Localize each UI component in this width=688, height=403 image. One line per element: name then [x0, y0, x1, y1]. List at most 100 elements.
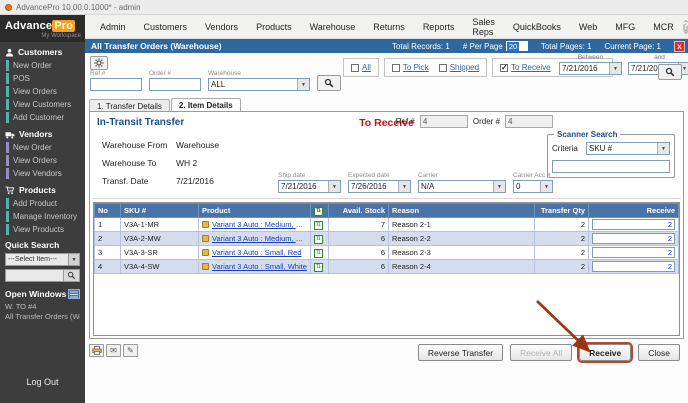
close-button[interactable]: Close: [638, 344, 680, 361]
chevron-down-icon[interactable]: ▼: [297, 79, 309, 90]
filter-search-button[interactable]: [317, 75, 341, 91]
order-input[interactable]: [149, 78, 201, 91]
table-header-row: No SKU # Product ⇅ Avail. Stock Reason T…: [95, 204, 679, 218]
sidebar-item-view-customers[interactable]: View Customers: [6, 99, 85, 110]
checkbox-box[interactable]: [500, 64, 508, 72]
per-page-input[interactable]: 20: [506, 41, 528, 51]
product-link[interactable]: Variant 3 Auto : Medium, White: [212, 234, 307, 243]
menu-admin[interactable]: Admin: [91, 22, 135, 32]
sidebar-item-view-vendors[interactable]: View Vendors: [6, 168, 85, 179]
checkbox-box[interactable]: [351, 64, 359, 72]
carrier-select[interactable]: N/A ▼: [418, 180, 506, 193]
settings-button[interactable]: [90, 56, 108, 70]
bin-grid-icon[interactable]: ⇅: [314, 221, 323, 230]
menu-vendors[interactable]: Vendors: [196, 22, 247, 32]
sidebar-item-customers-view-orders[interactable]: View Orders: [6, 86, 85, 97]
cell-no: 4: [95, 260, 121, 274]
receive-qty-input[interactable]: 2: [592, 219, 675, 230]
criteria-select[interactable]: SKU # ▼: [586, 142, 670, 155]
search-icon: [665, 67, 675, 77]
menu-sales-reps[interactable]: Sales Reps: [463, 17, 504, 37]
sidebar-section-customers: Customers: [0, 42, 85, 59]
bin-grid-icon[interactable]: ⇅: [314, 263, 323, 272]
date-search-button[interactable]: [658, 64, 682, 80]
product-link[interactable]: Variant 3 Auto : Small, White: [212, 262, 307, 271]
chevron-down-icon[interactable]: ▼: [657, 143, 669, 154]
cell-receive: 2: [589, 232, 679, 246]
product-link[interactable]: Variant 3 Auto : Small, Red: [212, 248, 302, 257]
ship-date-select[interactable]: 7/21/2016 ▼: [278, 180, 341, 193]
menu-bar: Admin Customers Vendors Products Warehou…: [85, 15, 688, 39]
reverse-transfer-button[interactable]: Reverse Transfer: [418, 344, 503, 361]
expected-date-value: 7/26/2016: [351, 182, 387, 191]
edit-button[interactable]: ✎: [123, 344, 138, 357]
cell-receive: 2: [589, 218, 679, 232]
chevron-down-icon[interactable]: ▼: [540, 181, 552, 192]
sidebar-item-manage-inventory[interactable]: Manage Inventory: [6, 211, 85, 222]
bin-grid-icon[interactable]: ⇅: [314, 249, 323, 258]
chevron-down-icon[interactable]: ▼: [398, 181, 410, 192]
receive-qty-input[interactable]: 2: [592, 247, 675, 258]
scanner-search-input[interactable]: [552, 160, 670, 173]
chevron-down-icon[interactable]: ▼: [609, 63, 621, 74]
cell-no: 3: [95, 246, 121, 260]
sidebar-item-vendors-new-order[interactable]: New Order: [6, 142, 85, 153]
email-button[interactable]: ✉: [106, 344, 121, 357]
table-row: 3 V3A-3-SR Variant 3 Auto : Small, Red ⇅…: [95, 246, 679, 260]
product-link[interactable]: Variant 3 Auto : Medium, Red: [212, 220, 307, 229]
carrier-acc-select[interactable]: 0 ▼: [513, 180, 553, 193]
cell-bin: ⇅: [311, 246, 329, 260]
quick-search-select[interactable]: ---Select Item--- ▼: [5, 253, 80, 266]
menu-mcr[interactable]: MCR: [644, 22, 683, 32]
receive-all-button[interactable]: Receive All: [510, 344, 572, 361]
checkbox-box[interactable]: [392, 64, 400, 72]
cell-receive: 2: [589, 246, 679, 260]
close-page-button[interactable]: x: [674, 41, 685, 52]
sidebar-item-add-customer[interactable]: Add Customer: [6, 112, 85, 123]
expected-date-select[interactable]: 7/26/2016 ▼: [348, 180, 411, 193]
checkbox-all[interactable]: All: [351, 63, 371, 72]
status-label: To Receive: [90, 117, 683, 129]
warehouse-select[interactable]: ALL ▼: [208, 78, 310, 91]
sidebar-item-vendors-view-orders[interactable]: View Orders: [6, 155, 85, 166]
ref-input[interactable]: [90, 78, 142, 91]
sidebar-item-add-product[interactable]: Add Product: [6, 198, 85, 209]
date-from-value: 7/21/2016: [562, 64, 598, 73]
open-window-item[interactable]: W. TO #4: [5, 302, 80, 312]
menu-products[interactable]: Products: [247, 22, 301, 32]
menu-reports[interactable]: Reports: [414, 22, 464, 32]
quick-search-button[interactable]: [64, 269, 80, 282]
menu-customers[interactable]: Customers: [135, 22, 197, 32]
date-from-select[interactable]: 7/21/2016 ▼: [559, 62, 622, 75]
checkbox-shipped[interactable]: Shipped: [439, 63, 479, 72]
menu-warehouse[interactable]: Warehouse: [301, 22, 365, 32]
receive-button[interactable]: Receive: [579, 344, 631, 361]
bin-grid-icon[interactable]: ⇅: [314, 235, 323, 244]
receive-qty-input[interactable]: 2: [592, 233, 675, 244]
open-windows-section: Open Windows W. TO #4 All Transfer Order…: [0, 284, 85, 322]
print-button[interactable]: [89, 344, 104, 357]
between-label: Between: [559, 54, 622, 61]
menu-web[interactable]: Web: [570, 22, 606, 32]
checkbox-box[interactable]: [439, 64, 447, 72]
sidebar-item-pos[interactable]: POS: [6, 73, 85, 84]
chevron-down-icon[interactable]: ▼: [493, 181, 505, 192]
checkbox-to-receive[interactable]: To Receive: [500, 63, 551, 72]
order-value-field: 4: [505, 115, 553, 128]
open-window-item[interactable]: All Transfer Orders (Wareh: [5, 312, 80, 322]
ship-date-group: Ship date 7/21/2016 ▼: [278, 172, 341, 193]
sidebar-item-customers-new-order[interactable]: New Order: [6, 60, 85, 71]
menu-quickbooks[interactable]: QuickBooks: [504, 22, 570, 32]
menu-returns[interactable]: Returns: [364, 22, 414, 32]
chevron-down-icon[interactable]: ▼: [328, 181, 340, 192]
sidebar-item-view-products[interactable]: View Products: [6, 224, 85, 235]
chevron-down-icon[interactable]: ▼: [68, 254, 79, 265]
receive-qty-input[interactable]: 2: [592, 261, 675, 272]
quick-search-input[interactable]: [5, 269, 64, 282]
log-out-link[interactable]: Log Out: [0, 377, 85, 387]
menu-mfg[interactable]: MFG: [606, 22, 644, 32]
filter-group-pick-ship: To Pick Shipped: [384, 58, 487, 77]
checkbox-to-pick[interactable]: To Pick: [392, 63, 429, 72]
help-icon[interactable]: ?: [683, 20, 688, 34]
window-list-icon[interactable]: [68, 289, 80, 299]
